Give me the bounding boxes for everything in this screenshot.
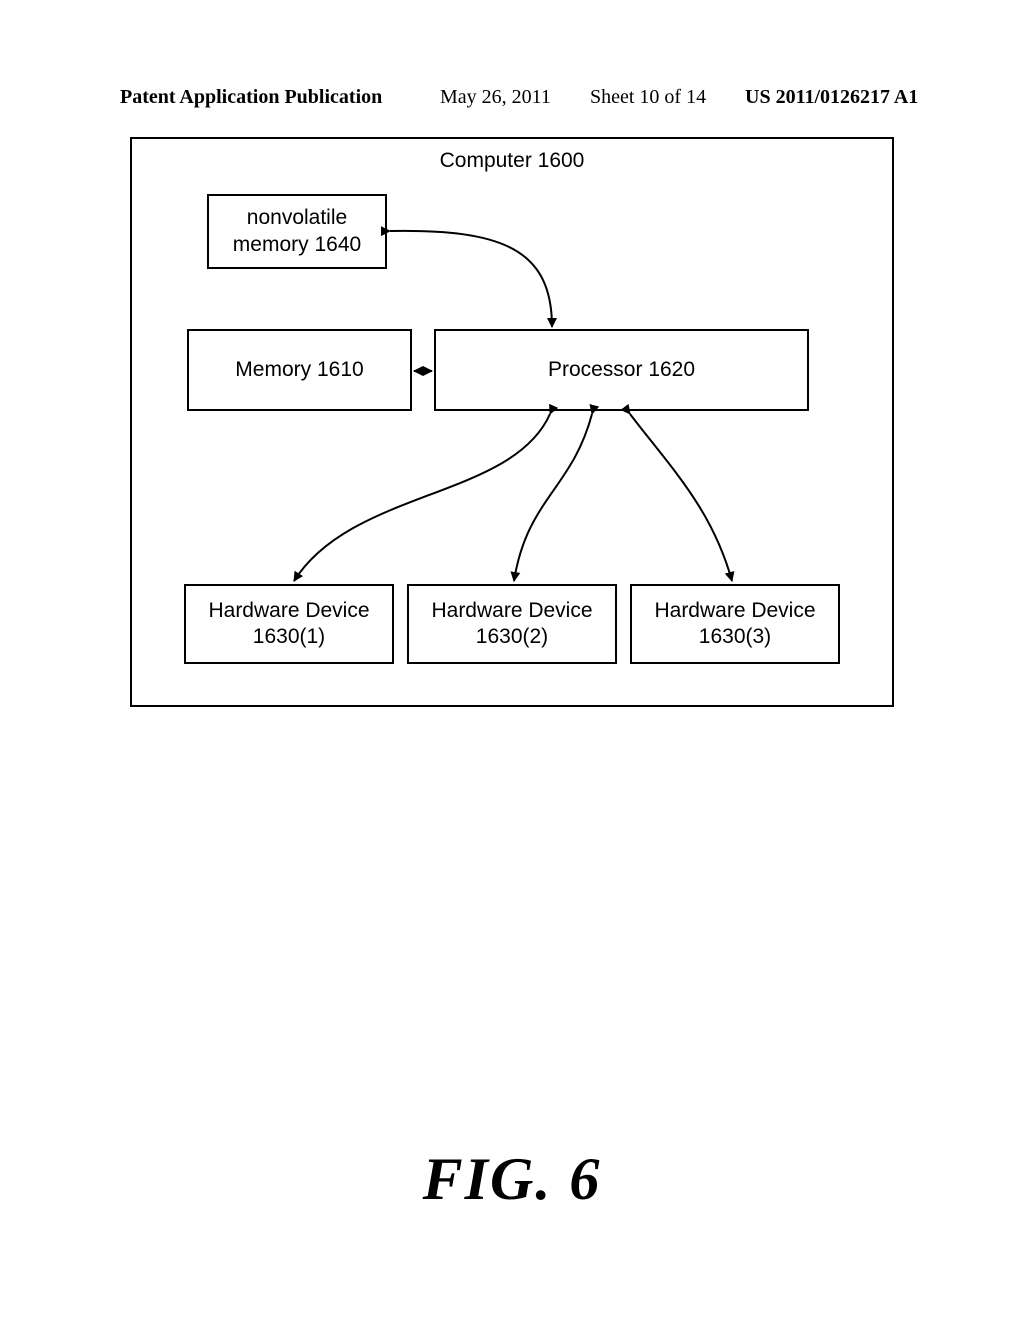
box-memory: Memory 1610: [187, 329, 412, 411]
box-hardware-device-3: Hardware Device1630(3): [630, 584, 840, 664]
box-nonvolatile-memory: nonvolatilememory 1640: [207, 194, 387, 269]
header-pubtype: Patent Application Publication: [120, 86, 382, 109]
header-pubno: US 2011/0126217 A1: [745, 86, 918, 109]
box-hardware-device-1: Hardware Device1630(1): [184, 584, 394, 664]
computer-outer-box: Computer 1600 nonvolatilememory 1640 Mem…: [130, 137, 894, 707]
page: Patent Application Publication May 26, 2…: [0, 0, 1024, 1320]
header-sheet: Sheet 10 of 14: [590, 86, 706, 109]
computer-title: Computer 1600: [132, 149, 892, 173]
box-hardware-device-2: Hardware Device1630(2): [407, 584, 617, 664]
box-processor: Processor 1620: [434, 329, 809, 411]
figure-caption: FIG. 6: [0, 1145, 1024, 1214]
header-date: May 26, 2011: [440, 86, 551, 109]
